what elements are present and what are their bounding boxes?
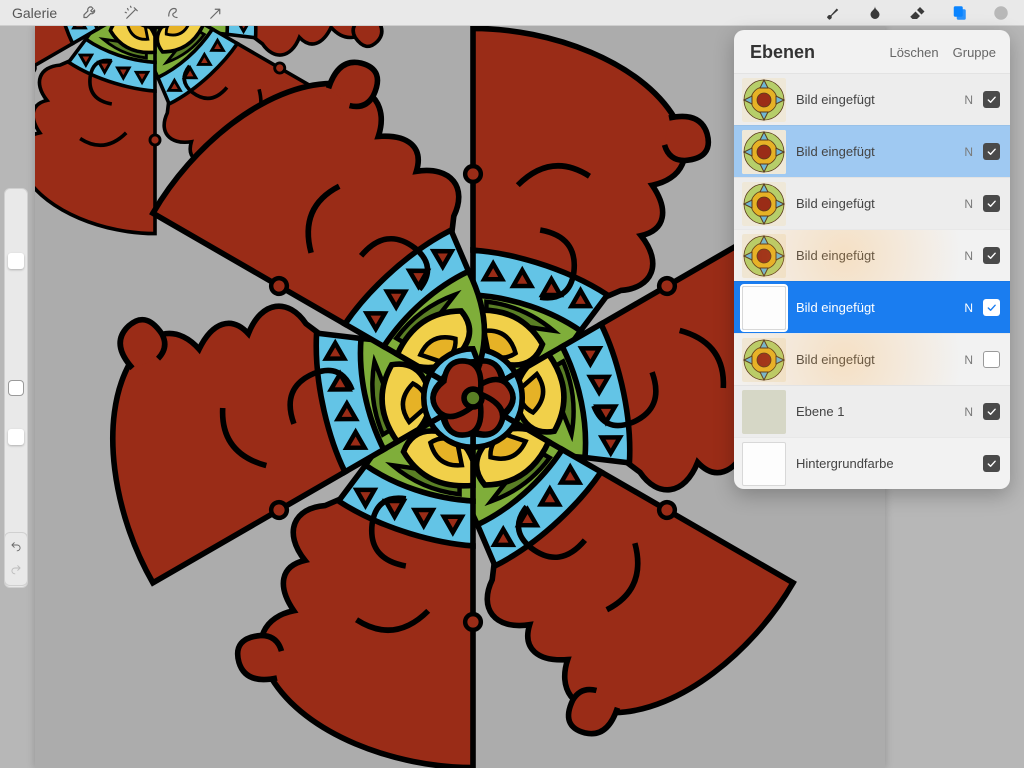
layers-panel: Ebenen Löschen Gruppe Bild eingefügtNBil… (734, 30, 1010, 489)
layer-thumbnail[interactable] (742, 182, 786, 226)
layer-visibility-checkbox[interactable] (983, 143, 1000, 160)
brush-size-slider[interactable] (13, 203, 19, 360)
layer-thumbnail[interactable] (742, 390, 786, 434)
undo-icon[interactable] (9, 538, 23, 557)
layer-blend-label[interactable]: N (964, 353, 973, 367)
slider-modifier-button[interactable] (8, 380, 24, 396)
wrench-icon[interactable] (81, 4, 99, 22)
eraser-icon[interactable] (908, 4, 926, 22)
shape-icon[interactable] (165, 4, 183, 22)
brush-opacity-sliders (4, 188, 28, 588)
layer-name-label: Ebene 1 (796, 404, 964, 419)
layer-visibility-checkbox[interactable] (983, 455, 1000, 472)
redo-icon[interactable] (9, 561, 23, 580)
layers-group-button[interactable]: Gruppe (953, 45, 996, 60)
layer-blend-label[interactable]: N (964, 301, 973, 315)
layers-list: Bild eingefügtNBild eingefügtNBild einge… (734, 73, 1010, 489)
layer-visibility-checkbox[interactable] (983, 195, 1000, 212)
brush-icon[interactable] (824, 4, 842, 22)
layer-row[interactable]: Bild eingefügtN (734, 177, 1010, 229)
layers-delete-button[interactable]: Löschen (889, 45, 938, 60)
arrow-icon[interactable] (207, 4, 225, 22)
layer-name-label: Bild eingefügt (796, 92, 964, 107)
wand-icon[interactable] (123, 4, 141, 22)
layer-row[interactable]: Bild eingefügtN (734, 125, 1010, 177)
top-toolbar: Galerie (0, 0, 1024, 26)
gallery-button[interactable]: Galerie (12, 5, 57, 21)
layers-title: Ebenen (750, 42, 815, 63)
layer-blend-label[interactable]: N (964, 93, 973, 107)
opacity-thumb[interactable] (8, 429, 24, 445)
layer-blend-label[interactable]: N (964, 249, 973, 263)
layer-row[interactable]: Ebene 1N (734, 385, 1010, 437)
layer-thumbnail[interactable] (742, 78, 786, 122)
layer-name-label: Bild eingefügt (796, 248, 964, 263)
layer-visibility-checkbox[interactable] (983, 299, 1000, 316)
layer-blend-label[interactable]: N (964, 405, 973, 419)
layer-visibility-checkbox[interactable] (983, 351, 1000, 368)
color-swatch[interactable] (992, 4, 1010, 22)
layer-name-label: Bild eingefügt (796, 196, 964, 211)
layer-row[interactable]: Bild eingefügtN (734, 229, 1010, 281)
layer-name-label: Hintergrundfarbe (796, 456, 983, 471)
layer-row[interactable]: Bild eingefügtN (734, 281, 1010, 333)
layer-thumbnail[interactable] (742, 442, 786, 486)
layer-blend-label[interactable]: N (964, 145, 973, 159)
layer-name-label: Bild eingefügt (796, 144, 964, 159)
layer-visibility-checkbox[interactable] (983, 403, 1000, 420)
layer-row[interactable]: Bild eingefügtN (734, 333, 1010, 385)
layer-thumbnail[interactable] (742, 130, 786, 174)
layers-icon[interactable] (950, 4, 968, 22)
layer-visibility-checkbox[interactable] (983, 91, 1000, 108)
top-toolbar-right (824, 4, 1024, 22)
layer-row[interactable]: Bild eingefügtN (734, 73, 1010, 125)
layer-blend-label[interactable]: N (964, 197, 973, 211)
layer-visibility-checkbox[interactable] (983, 247, 1000, 264)
layer-thumbnail[interactable] (742, 338, 786, 382)
top-toolbar-left: Galerie (0, 4, 225, 22)
layer-name-label: Bild eingefügt (796, 300, 964, 315)
layer-thumbnail[interactable] (742, 286, 786, 330)
layers-header: Ebenen Löschen Gruppe (734, 30, 1010, 73)
layer-row[interactable]: Hintergrundfarbe (734, 437, 1010, 489)
undo-redo-bar (4, 532, 28, 586)
smudge-icon[interactable] (866, 4, 884, 22)
layer-thumbnail[interactable] (742, 234, 786, 278)
layer-name-label: Bild eingefügt (796, 352, 964, 367)
brush-size-thumb[interactable] (8, 253, 24, 269)
